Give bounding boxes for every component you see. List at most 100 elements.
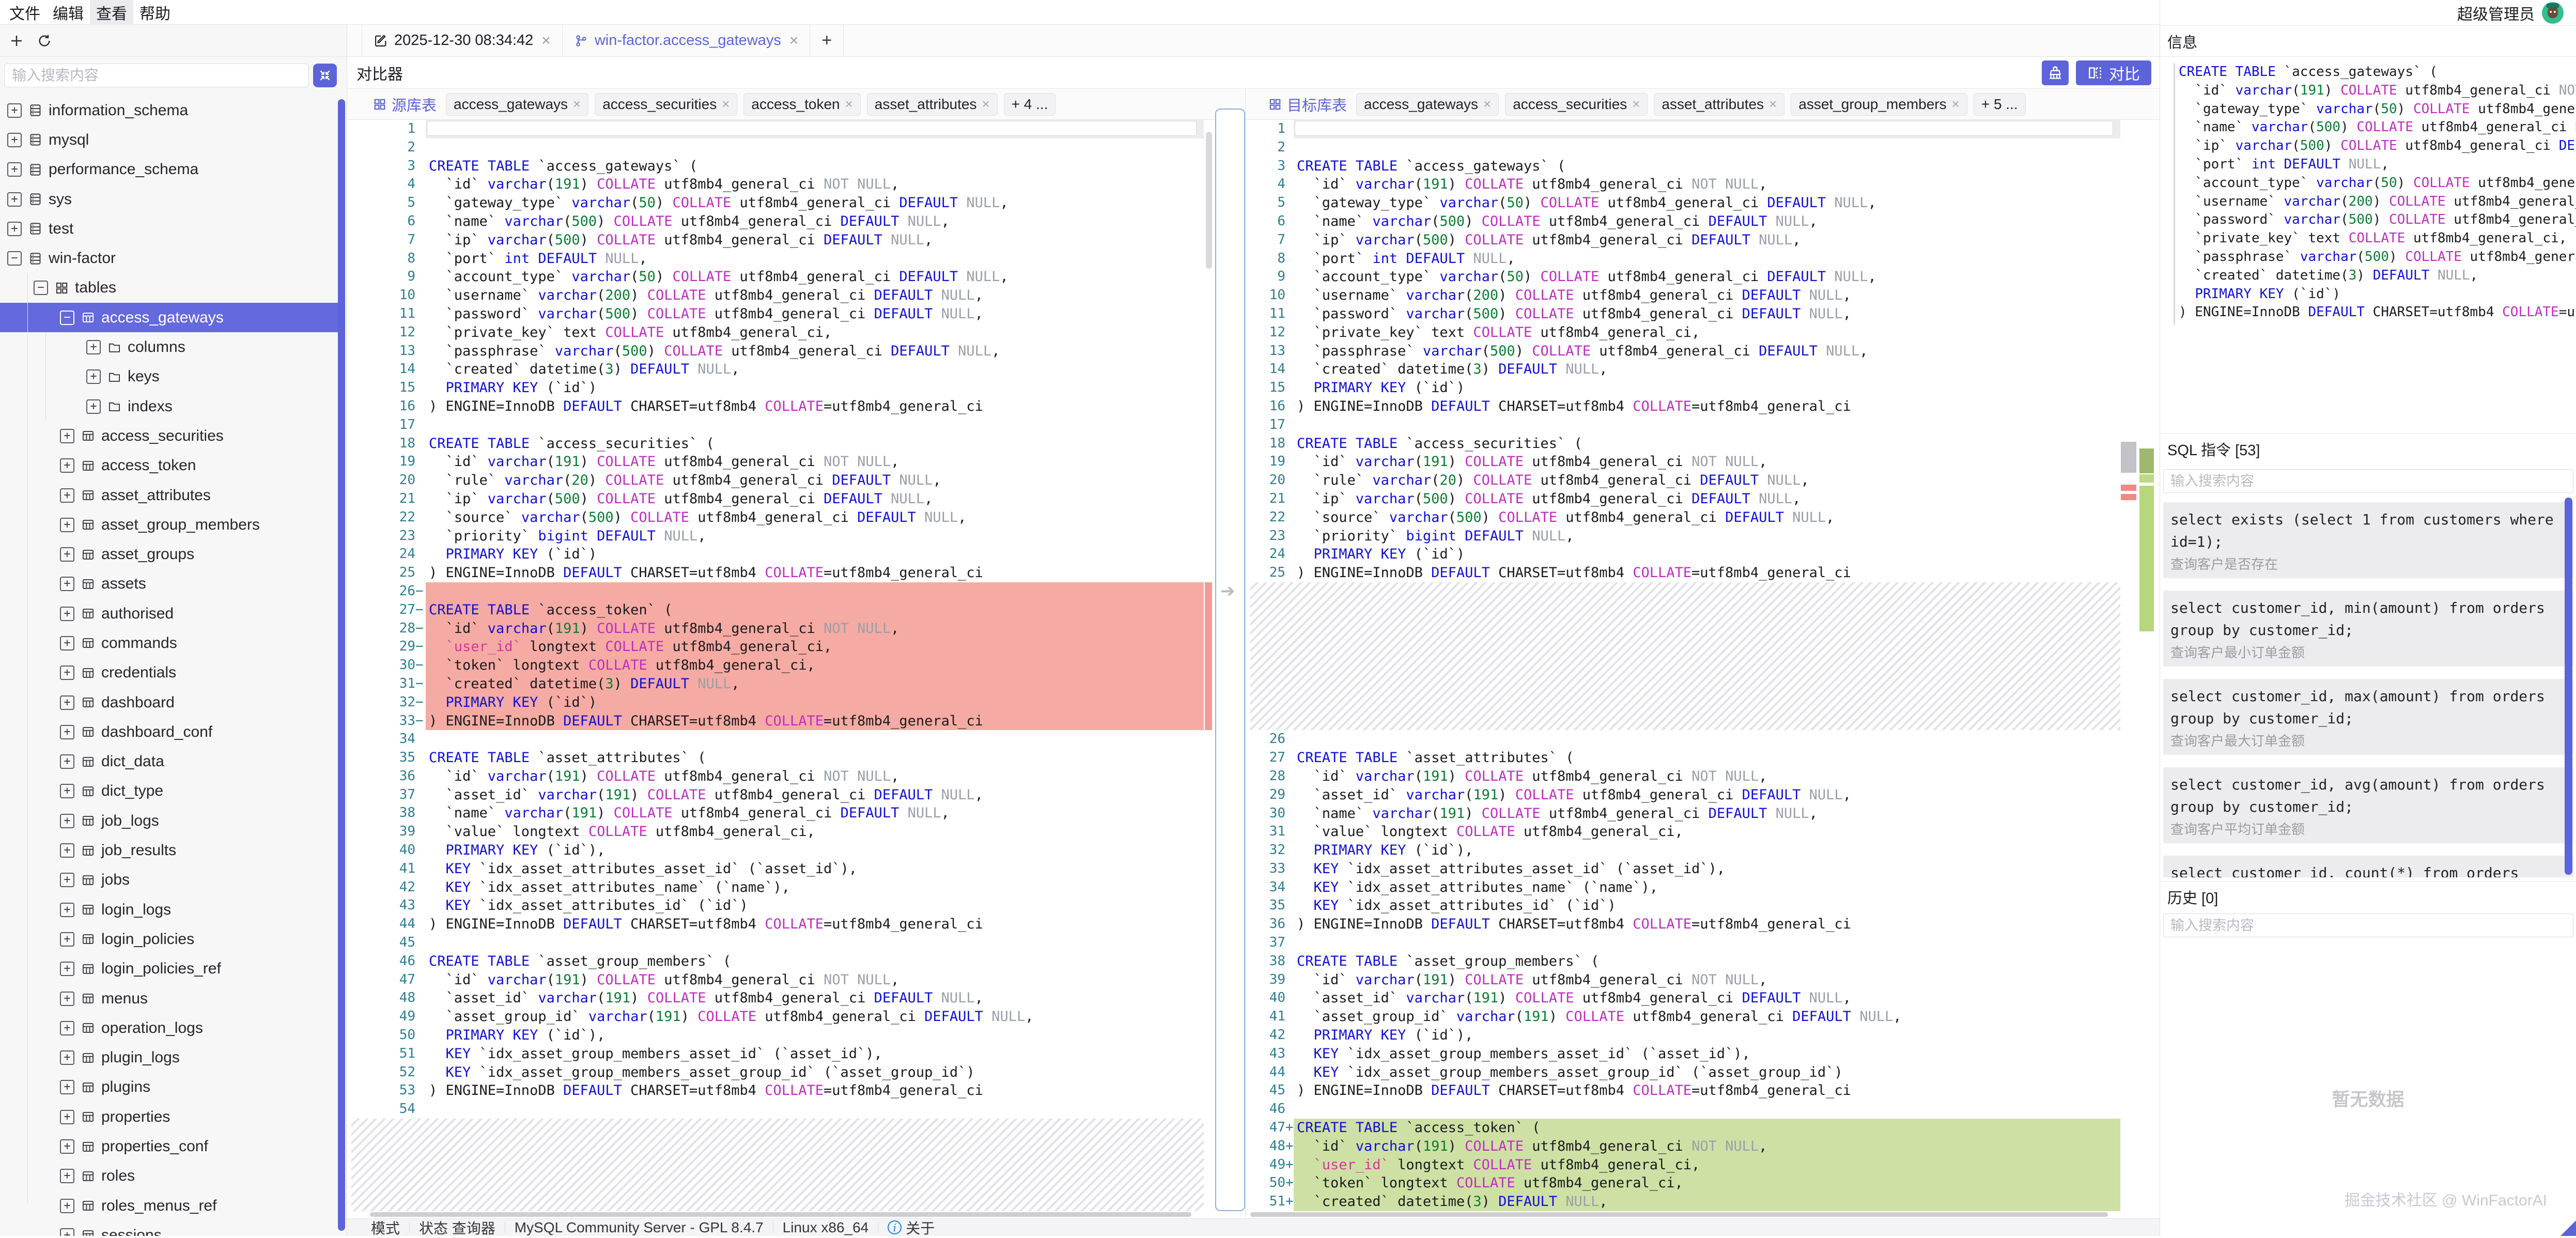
collapse-icon[interactable]: −	[60, 311, 74, 325]
tree-item-roles_menus_ref[interactable]: +roles_menus_ref	[0, 1191, 338, 1220]
tree-item-access_securities[interactable]: +access_securities	[0, 421, 338, 451]
table-chip-access_token[interactable]: access_token×	[743, 93, 860, 116]
compare-button[interactable]: 对比	[2076, 60, 2151, 85]
target-horizontal-scrollbar[interactable]	[1250, 1212, 2108, 1217]
tree-item-operation_logs[interactable]: +operation_logs	[0, 1013, 338, 1043]
source-horizontal-scrollbar[interactable]	[370, 1212, 1191, 1217]
expand-icon[interactable]: +	[86, 340, 101, 354]
tree-item-sessions[interactable]: +sessions	[0, 1220, 338, 1236]
tree-item-authorised[interactable]: +authorised	[0, 599, 338, 628]
tree-item-win-factor[interactable]: −win-factor	[0, 243, 338, 273]
tree-item-asset_group_members[interactable]: +asset_group_members	[0, 510, 338, 539]
table-chip-asset_attributes[interactable]: asset_attributes×	[867, 93, 998, 116]
close-icon[interactable]: ×	[722, 96, 730, 112]
tree-item-dashboard_conf[interactable]: +dashboard_conf	[0, 717, 338, 747]
tree-item-roles[interactable]: +roles	[0, 1162, 338, 1191]
tree-item-keys[interactable]: +keys	[0, 362, 338, 392]
more-tables-chip[interactable]: + 4 ...	[1004, 93, 1056, 116]
expand-icon[interactable]: +	[60, 873, 74, 887]
expand-icon[interactable]: +	[60, 666, 74, 680]
expand-icon[interactable]: +	[60, 1080, 74, 1094]
refresh-button[interactable]	[34, 30, 55, 51]
tree-item-mysql[interactable]: +mysql	[0, 125, 338, 154]
sql-command-item[interactable]: select customer_id, max(amount) from ord…	[2163, 679, 2573, 755]
collapse-icon[interactable]: −	[34, 281, 48, 295]
close-icon[interactable]: ×	[1483, 96, 1491, 112]
expand-icon[interactable]: +	[60, 1050, 74, 1065]
expand-icon[interactable]: +	[60, 695, 74, 710]
tree-item-performance_schema[interactable]: +performance_schema	[0, 155, 338, 184]
tree-item-login_logs[interactable]: +login_logs	[0, 895, 338, 924]
tree-item-jobs[interactable]: +jobs	[0, 865, 338, 895]
sql-commands-search-input[interactable]	[2163, 469, 2573, 493]
expand-icon[interactable]: +	[86, 369, 101, 384]
status-item[interactable]: 状态 查询器	[419, 1217, 495, 1238]
tree-item-assets[interactable]: +assets	[0, 569, 338, 599]
table-chip-access_securities[interactable]: access_securities×	[595, 93, 737, 116]
expand-icon[interactable]: +	[7, 133, 22, 147]
expand-icon[interactable]: +	[60, 962, 74, 976]
close-icon[interactable]: ×	[573, 96, 581, 112]
tree-item-login_policies_ref[interactable]: +login_policies_ref	[0, 954, 338, 984]
scrollbar-thumb[interactable]	[2121, 442, 2136, 473]
tree-item-login_policies[interactable]: +login_policies	[0, 924, 338, 954]
table-chip-asset_group_members[interactable]: asset_group_members×	[1791, 93, 1967, 116]
menu-item-帮助[interactable]: 帮助	[133, 0, 177, 25]
sql-command-item[interactable]: select customer_id, avg(amount) from ord…	[2163, 767, 2573, 843]
tree-item-dict_data[interactable]: +dict_data	[0, 747, 338, 777]
source-overview-ruler[interactable]	[1204, 120, 1214, 1211]
collapse-icon[interactable]: −	[7, 251, 22, 266]
tree-item-indexs[interactable]: +indexs	[0, 392, 338, 421]
close-icon[interactable]: ×	[1769, 96, 1777, 112]
tree-item-commands[interactable]: +commands	[0, 628, 338, 658]
source-sql-editor[interactable]: 123CREATE TABLE `access_gateways` (4 `id…	[347, 120, 1204, 1211]
expand-icon[interactable]: +	[60, 547, 74, 562]
sidebar-search-input[interactable]	[4, 64, 309, 87]
tree-item-tables[interactable]: −tables	[0, 273, 338, 303]
status-item[interactable]: MySQL Community Server - GPL 8.4.7	[515, 1219, 764, 1236]
close-icon[interactable]: ×	[982, 96, 989, 112]
expand-icon[interactable]: +	[7, 162, 22, 177]
expand-icon[interactable]: +	[60, 784, 74, 798]
clean-button[interactable]	[2042, 60, 2069, 85]
expand-icon[interactable]: +	[60, 1110, 74, 1124]
tree-item-job_logs[interactable]: +job_logs	[0, 806, 338, 835]
more-tables-chip[interactable]: + 5 ...	[1974, 93, 2026, 116]
close-icon[interactable]: ×	[1952, 96, 1960, 112]
tree-item-dict_type[interactable]: +dict_type	[0, 777, 338, 806]
expand-icon[interactable]: +	[7, 103, 22, 118]
expand-icon[interactable]: +	[60, 992, 74, 1006]
about-button[interactable]: i关于	[888, 1217, 935, 1238]
menu-item-编辑[interactable]: 编辑	[46, 0, 90, 25]
expand-icon[interactable]: +	[7, 222, 22, 236]
expand-icon[interactable]: +	[60, 429, 74, 443]
expand-icon[interactable]: +	[60, 458, 74, 473]
menu-item-文件[interactable]: 文件	[3, 0, 46, 25]
close-icon[interactable]: ×	[845, 96, 853, 112]
tree-item-plugin_logs[interactable]: +plugin_logs	[0, 1043, 338, 1073]
tree-item-asset_groups[interactable]: +asset_groups	[0, 539, 338, 569]
menu-item-查看[interactable]: 查看	[90, 0, 133, 25]
expand-icon[interactable]: +	[60, 725, 74, 739]
sql-command-item[interactable]: select customer_id, count(*) from orders…	[2163, 856, 2573, 877]
add-connection-button[interactable]	[6, 30, 27, 51]
sidebar-scrollbar[interactable]	[338, 99, 345, 1231]
expand-icon[interactable]: +	[60, 518, 74, 532]
close-icon[interactable]: ×	[1632, 96, 1640, 112]
tree-item-access_token[interactable]: +access_token	[0, 451, 338, 481]
expand-icon[interactable]: +	[60, 1169, 74, 1183]
expand-icon[interactable]: +	[60, 1139, 74, 1154]
expand-icon[interactable]: +	[60, 754, 74, 769]
tree-item-asset_attributes[interactable]: +asset_attributes	[0, 481, 338, 510]
document-tab[interactable]: win-factor.access_gateways×	[563, 25, 811, 56]
history-search-input[interactable]	[2163, 914, 2573, 937]
table-chip-access_securities[interactable]: access_securities×	[1505, 93, 1648, 116]
collapse-sidebar-button[interactable]	[313, 64, 337, 87]
expand-icon[interactable]: +	[60, 1228, 74, 1236]
sql-commands-scrollbar[interactable]	[2565, 498, 2572, 875]
expand-icon[interactable]: +	[60, 903, 74, 917]
table-chip-asset_attributes[interactable]: asset_attributes×	[1654, 93, 1784, 116]
target-overview-ruler[interactable]	[2121, 120, 2154, 1211]
expand-icon[interactable]: +	[60, 577, 74, 591]
close-icon[interactable]: ×	[789, 32, 799, 50]
